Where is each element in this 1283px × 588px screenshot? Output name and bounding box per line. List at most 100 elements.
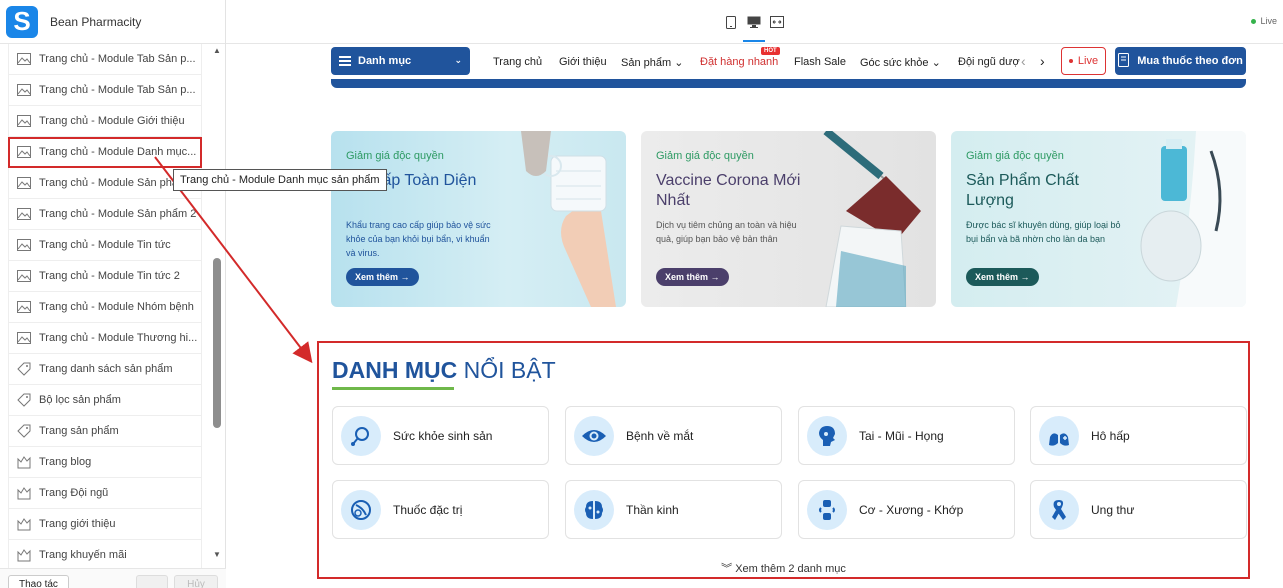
image-icon [16,299,32,315]
banner-quality[interactable]: Giảm giá độc quyền Sản Phẩm Chất Lượng Đ… [951,131,1246,307]
banner-respiratory[interactable]: Giảm giá độc quyền Hô Hấp Toàn Diện Khẩu… [331,131,626,307]
desktop-view-icon[interactable] [747,15,761,29]
page-item-gioi-thieu-page[interactable]: Trang giới thiệu [8,509,202,540]
see-more-categories-link[interactable]: ︾ Xem thêm 2 danh mục [319,560,1248,576]
gallery-icon [16,547,32,563]
tag-icon [16,423,32,439]
category-card-reproductive[interactable]: Sức khỏe sinh sản [332,406,549,465]
brain-icon [574,489,614,530]
page-item-tin-tuc[interactable]: Trang chủ - Module Tin tức [8,230,202,261]
category-card-neuro[interactable]: Thần kinh [565,480,782,539]
image-icon [16,144,32,160]
cancel-button[interactable]: Hủy [174,575,218,588]
category-card-special-medicine[interactable]: Thuốc đặc trị [332,480,549,539]
nav-link-products[interactable]: Sản phẩm ⌄ [621,56,683,69]
page-list: Trang chủ - Module Tab Sản p... Trang ch… [8,44,202,568]
banner-title: Sản Phẩm Chất Lượng [966,172,1079,209]
gallery-icon [16,485,32,501]
nav-bottom-strip [331,79,1246,88]
sidebar: S Bean Pharmacity Trang chủ - Module Tab… [0,0,226,588]
tag-icon [16,361,32,377]
nav-next-icon[interactable]: › [1040,53,1045,69]
gallery-icon [16,454,32,470]
banner-tag: Giảm giá độc quyền [656,150,754,162]
banner-desc: Được bác sĩ khuyên dùng, giúp loại bỏ bụ… [966,220,1121,244]
nav-link-quick-order[interactable]: Đặt hàng nhanh [700,56,778,68]
nav-prev-icon[interactable]: ‹ [1021,53,1026,69]
page-item-tab-1[interactable]: Trang chủ - Module Tab Sản p... [8,44,202,75]
fullwidth-view-icon[interactable] [770,15,784,29]
category-card-cancer[interactable]: Ung thư [1030,480,1247,539]
eye-icon [574,415,614,456]
nav-link-about[interactable]: Giới thiệu [559,56,607,68]
banner-more-button[interactable]: Xem thêm → [656,268,729,286]
image-icon [16,175,32,191]
banner-title: Vaccine Corona Mới Nhất [656,172,801,209]
tag-icon [16,392,32,408]
nav-link-health-corner[interactable]: Góc sức khỏe ⌄ [860,56,941,69]
menu-icon [339,54,351,68]
page-item-nhom-benh[interactable]: Trang chủ - Module Nhóm bệnh [8,292,202,323]
nav-link-team[interactable]: Đội ngũ dược [958,56,1020,68]
scroll-thumb[interactable] [213,258,221,428]
section-title-underline [332,387,454,390]
doctor-illustration-icon [1140,131,1246,307]
section-title: DANH MỤC NỔI BẬT [332,357,556,383]
pill-icon [341,489,381,530]
status-dot-icon [1251,18,1257,24]
double-chevron-down-icon: ︾ [721,563,733,575]
page-item-tin-tuc-2[interactable]: Trang chủ - Module Tin tức 2 [8,261,202,292]
mobile-view-icon[interactable] [724,15,738,29]
back-button[interactable] [136,575,168,588]
page-item-danh-sach-san-pham[interactable]: Trang danh sách sản phẩm [8,354,202,385]
chevron-down-icon: ⌄ [674,57,684,69]
page-item-blog[interactable]: Trang blog [8,447,202,478]
page-item-thuong-hieu[interactable]: Trang chủ - Module Thương hi... [8,323,202,354]
image-icon [16,268,32,284]
category-card-lungs[interactable]: Hô hấp [1030,406,1247,465]
app-title: Bean Pharmacity [50,14,142,29]
vaccine-illustration-icon [823,131,921,307]
page-item-san-pham-2[interactable]: Trang chủ - Module Sản phẩm 2 [8,199,202,230]
preview-canvas: Danh mục ⌄ Trang chủ Giới thiệu Sản phẩm… [226,44,1283,588]
app-root: S Bean Pharmacity Trang chủ - Module Tab… [0,0,1283,588]
chevron-down-icon: ⌄ [931,57,941,69]
banner-tag: Giảm giá độc quyền [346,150,444,162]
image-icon [16,113,32,129]
page-item-danh-muc[interactable]: Trang chủ - Module Danh mục... [8,137,202,168]
nav-link-home[interactable]: Trang chủ [493,56,542,68]
banner-vaccine[interactable]: Giảm giá độc quyền Vaccine Corona Mới Nh… [641,131,936,307]
editor-toolbar: Live [226,0,1283,44]
category-card-ent[interactable]: Tai - Mũi - Họng [798,406,1015,465]
scroll-up-icon[interactable]: ▲ [213,46,221,55]
page-item-gioi-thieu[interactable]: Trang chủ - Module Giới thiệu [8,106,202,137]
banner-more-button[interactable]: Xem thêm → [346,268,419,286]
category-card-eye[interactable]: Bệnh về mắt [565,406,782,465]
ent-icon [807,415,847,456]
tooltip: Trang chủ - Module Danh mục sản phẩm [173,169,387,191]
actions-dropdown[interactable]: Thao tác [8,575,69,588]
reproductive-icon [341,415,381,456]
active-view-indicator [743,40,765,42]
banner-more-button[interactable]: Xem thêm → [966,268,1039,286]
prescription-button[interactable]: Mua thuốc theo đơn [1115,47,1246,75]
sidebar-footer: Thao tác Hủy [0,568,226,588]
live-button[interactable]: Live [1061,47,1106,75]
sidebar-scrollbar[interactable]: ▲ ▼ [210,44,224,568]
bone-icon [807,489,847,530]
banner-tag: Giảm giá độc quyền [966,150,1064,162]
page-item-tab-2[interactable]: Trang chủ - Module Tab Sản p... [8,75,202,106]
nav-link-flash-sale[interactable]: Flash Sale [794,56,846,68]
category-card-bone[interactable]: Cơ - Xương - Khớp [798,480,1015,539]
page-item-khuyen-mai[interactable]: Trang khuyến mãi [8,540,202,568]
app-logo-icon: S [6,5,38,38]
page-item-trang-san-pham[interactable]: Trang sản phẩm [8,416,202,447]
mask-illustration-icon [521,131,616,307]
featured-categories-section[interactable]: DANH MỤC NỔI BẬT Sức khỏe sinh sản Bệnh … [317,341,1250,579]
page-item-doi-ngu[interactable]: Trang Đội ngũ [8,478,202,509]
image-icon [16,330,32,346]
live-dot-icon [1068,59,1073,63]
scroll-down-icon[interactable]: ▼ [213,550,221,559]
page-item-bo-loc[interactable]: Bộ lọc sản phẩm [8,385,202,416]
category-menu-button[interactable]: Danh mục ⌄ [331,47,470,75]
